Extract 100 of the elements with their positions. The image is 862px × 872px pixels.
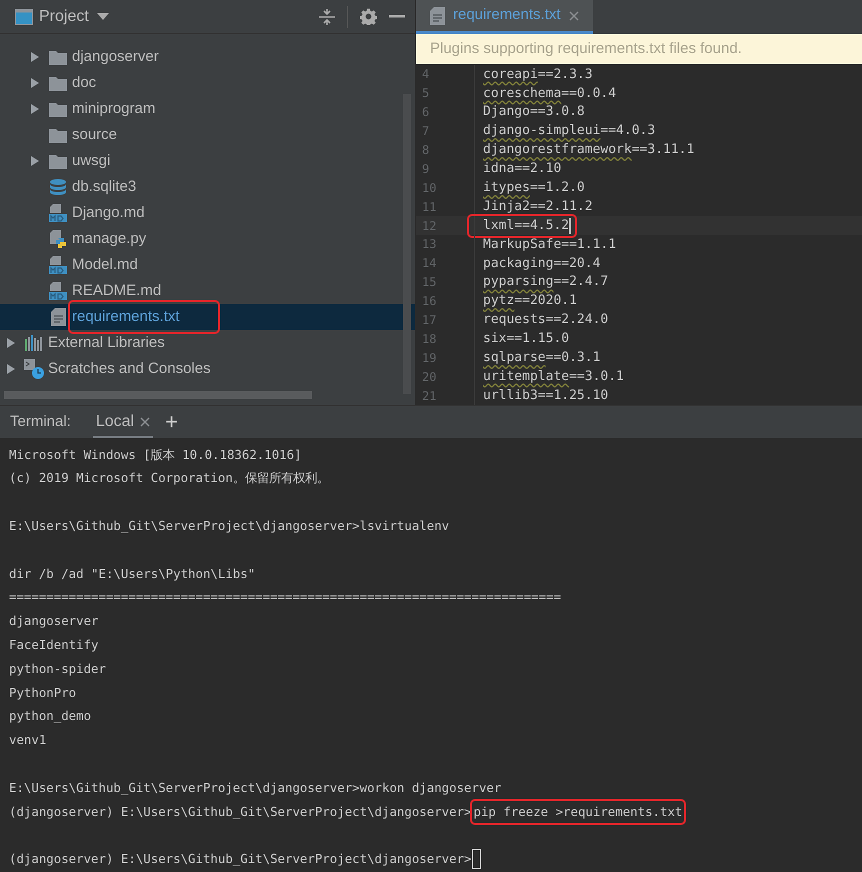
line-number: 6 (421, 104, 430, 122)
tree-item[interactable]: djangoserver (0, 44, 415, 70)
file-name: uwsgi (72, 152, 110, 169)
folder-icon (49, 128, 67, 142)
tree-item[interactable]: README.md (0, 278, 415, 304)
tree-item[interactable]: db.sqlite3 (0, 174, 415, 200)
markdown-file-icon (49, 204, 67, 222)
line-number: 5 (421, 85, 430, 102)
folder-icon (49, 50, 67, 64)
line-number: 14 (421, 255, 438, 272)
tab-label: Local (96, 412, 134, 432)
line-number: 21 (421, 388, 438, 405)
terminal-prompt: (djangoserver) E:\Users\Github_Git\ServerProject\djangoserver> (9, 850, 472, 868)
settings-icon[interactable] (360, 8, 377, 25)
terminal-command: pip freeze >requirements.txt (472, 800, 684, 824)
text-cursor (569, 218, 572, 234)
terminal-line: Microsoft Windows [版本 10.0.18362.1016] (9, 446, 302, 464)
terminal-prompt: (djangoserver) E:\Users\Github_Git\ServerProject\djangoserver> (9, 802, 472, 821)
tree-item[interactable]: Django.md (0, 200, 415, 226)
line-number: 15 (421, 274, 438, 292)
tree-item[interactable]: manage.py (0, 226, 415, 252)
line-number: 19 (421, 350, 438, 367)
file-name: Scratches and Consoles (48, 360, 211, 377)
folder-icon (49, 154, 67, 168)
code-text: coreapi==2.3.3 (483, 66, 593, 84)
code-text: lxml==4.5.2 (483, 216, 570, 235)
folder-icon (49, 76, 67, 90)
code-text: uritemplate==3.0.1 (483, 368, 624, 386)
tree-item[interactable]: doc (0, 70, 415, 96)
file-name: Django.md (72, 204, 145, 221)
code-text: requests==2.24.0 (483, 311, 608, 330)
file-name: Model.md (72, 256, 138, 273)
line-number: 20 (421, 368, 438, 386)
file-name: manage.py (72, 230, 146, 247)
line-number: 17 (421, 312, 438, 329)
terminal-line: dir /b /ad "E:\Users\Python\Libs" (9, 564, 256, 583)
code-text: urllib3==1.25.10 (483, 386, 608, 405)
code-text: idna==2.10 (483, 160, 562, 178)
file-name: djangoserver (72, 48, 159, 65)
file-name: db.sqlite3 (72, 178, 136, 195)
database-icon (49, 178, 67, 196)
code-text: Jinja2==2.11.2 (483, 198, 593, 216)
expand-arrow-icon[interactable] (30, 51, 40, 63)
expand-arrow-icon[interactable] (30, 77, 40, 89)
code-text: coreschema==0.0.4 (483, 84, 616, 103)
line-number: 9 (421, 160, 430, 178)
terminal-line: FaceIdentify (9, 636, 99, 654)
code-text: Django==3.0.8 (483, 103, 585, 122)
new-tab-button[interactable]: + (165, 411, 178, 433)
minimize-icon[interactable] (389, 15, 405, 18)
dropdown-caret-icon[interactable] (96, 12, 109, 20)
expand-arrow-icon[interactable] (30, 103, 40, 115)
close-icon[interactable] (140, 417, 150, 427)
terminal-line: (c) 2019 Microsoft Corporation。保留所有权利。 (9, 469, 329, 488)
scratches-icon (24, 359, 44, 379)
libraries-icon (25, 335, 43, 351)
line-number: 16 (421, 293, 438, 310)
close-icon[interactable] (568, 10, 579, 20)
code-text: MarkupSafe==1.1.1 (483, 236, 616, 254)
tree-item[interactable]: Scratches and Consoles (0, 356, 415, 382)
line-number: 13 (421, 236, 438, 254)
tree-item[interactable]: Model.md (0, 252, 415, 278)
code-text: djangorestframework==3.11.1 (483, 141, 694, 160)
code-text: django-simpleui==4.0.3 (483, 122, 656, 140)
terminal-line: E:\Users\Github_Git\ServerProject\djangoserver>workon djangoserver (9, 778, 502, 797)
file-name: source (72, 126, 118, 143)
python-file-icon (49, 230, 67, 248)
code-text: itypes==1.2.0 (483, 179, 585, 198)
file-name: requirements.txt (72, 308, 180, 325)
code-text: pyparsing==2.4.7 (483, 273, 608, 292)
code-text: pytz==2020.1 (483, 292, 577, 310)
tree-item[interactable]: External Libraries (0, 330, 415, 356)
panel-title[interactable]: Project (39, 4, 89, 28)
tree-item[interactable]: source (0, 122, 415, 148)
terminal-title: Terminal: (10, 412, 71, 432)
plugin-banner: Plugins supporting requirements.txt files found. (416, 34, 862, 64)
line-number: 4 (421, 66, 430, 84)
line-number: 11 (421, 198, 438, 216)
line-number: 8 (421, 142, 430, 159)
tree-item[interactable]: miniprogram (0, 96, 415, 122)
expand-arrow-icon[interactable] (30, 155, 40, 167)
markdown-file-icon (49, 282, 67, 300)
editor-tab[interactable]: requirements.txt (416, 0, 593, 34)
terminal-line: python_demo (9, 707, 92, 726)
expand-arrow-icon[interactable] (6, 363, 16, 375)
file-name: README.md (72, 282, 162, 299)
line-number: 18 (421, 330, 438, 348)
expand-arrow-icon[interactable] (6, 337, 16, 349)
code-text: six==1.15.0 (483, 330, 570, 348)
collapse-all-icon[interactable] (319, 8, 335, 26)
file-name: External Libraries (48, 334, 165, 351)
terminal-line: E:\Users\Github_Git\ServerProject\djangoserver>lsvirtualenv (9, 516, 450, 535)
tree-item[interactable]: uwsgi (0, 148, 415, 174)
terminal-line: PythonPro (9, 684, 76, 702)
code-text: packaging==20.4 (483, 254, 600, 273)
markdown-file-icon (49, 256, 67, 274)
file-name: doc (72, 74, 96, 91)
window-icon (15, 8, 33, 24)
terminal-line: ========================================================================== (9, 588, 562, 606)
line-number: 10 (421, 180, 438, 197)
